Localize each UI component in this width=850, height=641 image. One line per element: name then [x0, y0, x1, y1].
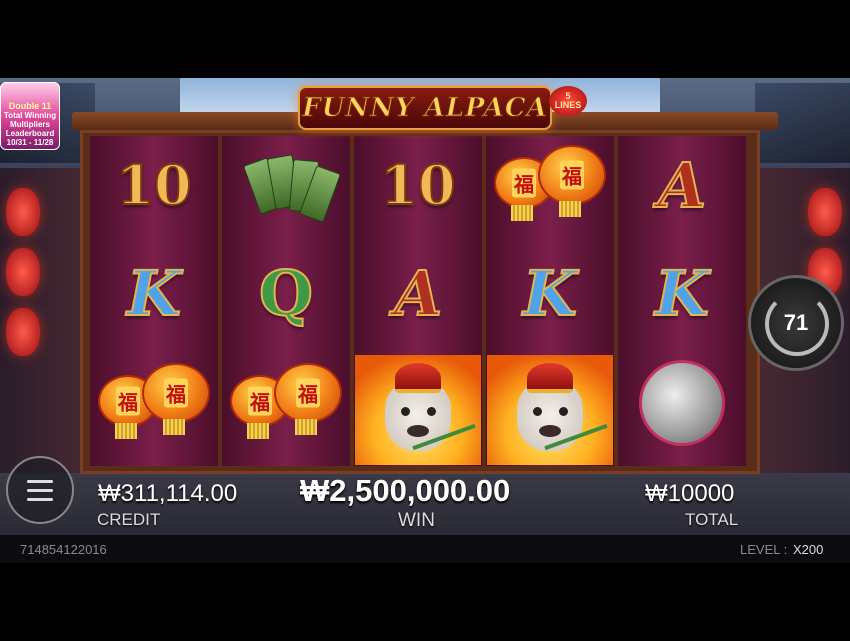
alpaca-eye: [533, 407, 542, 416]
alpaca-nose: [407, 425, 429, 437]
status-bar: 714854122016 LEVEL : X200: [0, 535, 850, 563]
game-title-logo: FUNNY ALPACA: [298, 86, 552, 130]
reel-5-cell-1: A: [618, 136, 746, 234]
lines-badge: 5 LINES: [549, 86, 587, 116]
alpaca-wild-symbol: [355, 355, 481, 465]
total-bet-value: ₩10000: [645, 480, 735, 507]
credit-label: CREDIT: [97, 510, 161, 529]
alpaca-hat: [527, 363, 573, 393]
level-label: LEVEL :: [740, 542, 788, 557]
promo-title: Double 11: [8, 101, 52, 111]
lantern-tassel: [115, 423, 137, 439]
total-bet-label[interactable]: TOTAL: [685, 510, 738, 530]
decor-lantern: [808, 188, 842, 236]
reel-2-cell-2: Q: [222, 244, 350, 342]
hamburger-menu-icon: [27, 479, 53, 483]
menu-button[interactable]: [6, 456, 74, 524]
reel-3-cell-2: A: [354, 244, 482, 342]
symbol-ten: 10: [379, 152, 456, 218]
symbol-k: K: [654, 256, 710, 331]
win-label: WIN: [398, 510, 435, 531]
fu-character: 福: [116, 386, 140, 416]
promo-dates: 10/31 - 11/28: [6, 138, 54, 147]
win-value: ₩2,500,000.00: [300, 473, 511, 508]
lantern: 福: [142, 363, 210, 423]
reel-1-cell-1: 10: [90, 136, 218, 234]
reel-5-cell-2: K: [618, 244, 746, 342]
symbol-a: A: [393, 256, 443, 331]
alpaca-eye: [401, 407, 410, 416]
lantern-symbol: 福福: [230, 361, 342, 445]
lantern: 福: [538, 145, 606, 205]
reel-2: Q 福福: [222, 136, 350, 466]
alpaca-wild-symbol: [487, 355, 613, 465]
symbol-k: K: [126, 256, 182, 331]
symbol-k: K: [522, 256, 578, 331]
reel-2-cell-3: 福福: [222, 354, 350, 452]
auto-spin-icon: [765, 292, 829, 356]
decor-lantern: [6, 248, 40, 296]
reel-4-cell-3: [486, 354, 614, 466]
lantern-symbol: 福福: [494, 143, 606, 227]
reel-3: 10 A: [354, 136, 482, 466]
alpaca-eye: [559, 407, 568, 416]
promo-leaderboard-badge[interactable]: Double 11 Total Winning Multipliers Lead…: [0, 82, 60, 150]
reel-4-cell-1: 福福: [486, 136, 614, 234]
promo-subtitle: Total Winning: [3, 111, 57, 120]
reel-2-cell-1: [222, 136, 350, 234]
reel-1: 10 K 福福: [90, 136, 218, 466]
alpaca-eye: [427, 407, 436, 416]
session-id: 714854122016: [20, 542, 107, 557]
reel-4: 福福 K: [486, 136, 614, 466]
jade-tags-symbol: [241, 150, 342, 223]
reel-1-cell-2: K: [90, 244, 218, 342]
alpaca-nose: [539, 425, 561, 437]
reel-5: A K: [618, 136, 746, 466]
gong-symbol: [639, 360, 725, 446]
fu-character: 福: [512, 168, 536, 198]
reel-5-cell-3: [618, 354, 746, 452]
symbol-ten: 10: [115, 152, 192, 218]
fu-character: 福: [296, 378, 320, 408]
symbol-a: A: [657, 148, 707, 223]
promo-subtitle-2: Multipliers Leaderboard: [5, 120, 55, 138]
fu-character: 福: [248, 386, 272, 416]
level-value: X200: [793, 542, 824, 557]
credit-value: ₩311,114.00: [98, 480, 238, 507]
reel-3-cell-1: 10: [354, 136, 482, 234]
fu-character: 福: [164, 378, 188, 408]
lantern: 福: [274, 363, 342, 423]
lantern-tassel: [511, 205, 533, 221]
auto-spin-button[interactable]: 71: [748, 275, 844, 371]
reel-4-cell-2: K: [486, 244, 614, 342]
lantern-tassel: [163, 419, 185, 435]
lines-word: LINES: [554, 100, 582, 110]
symbol-q: Q: [258, 256, 314, 331]
decor-lantern: [6, 308, 40, 356]
reel-3-cell-3: [354, 354, 482, 466]
lantern-symbol: 福福: [98, 361, 210, 445]
lantern-tassel: [295, 419, 317, 435]
reel-1-cell-3: 福福: [90, 354, 218, 452]
alpaca-hat: [395, 363, 441, 393]
fu-character: 福: [560, 160, 584, 190]
decor-lantern: [6, 188, 40, 236]
lantern-tassel: [559, 201, 581, 217]
lantern-tassel: [247, 423, 269, 439]
game-title: FUNNY ALPACA: [302, 93, 548, 124]
